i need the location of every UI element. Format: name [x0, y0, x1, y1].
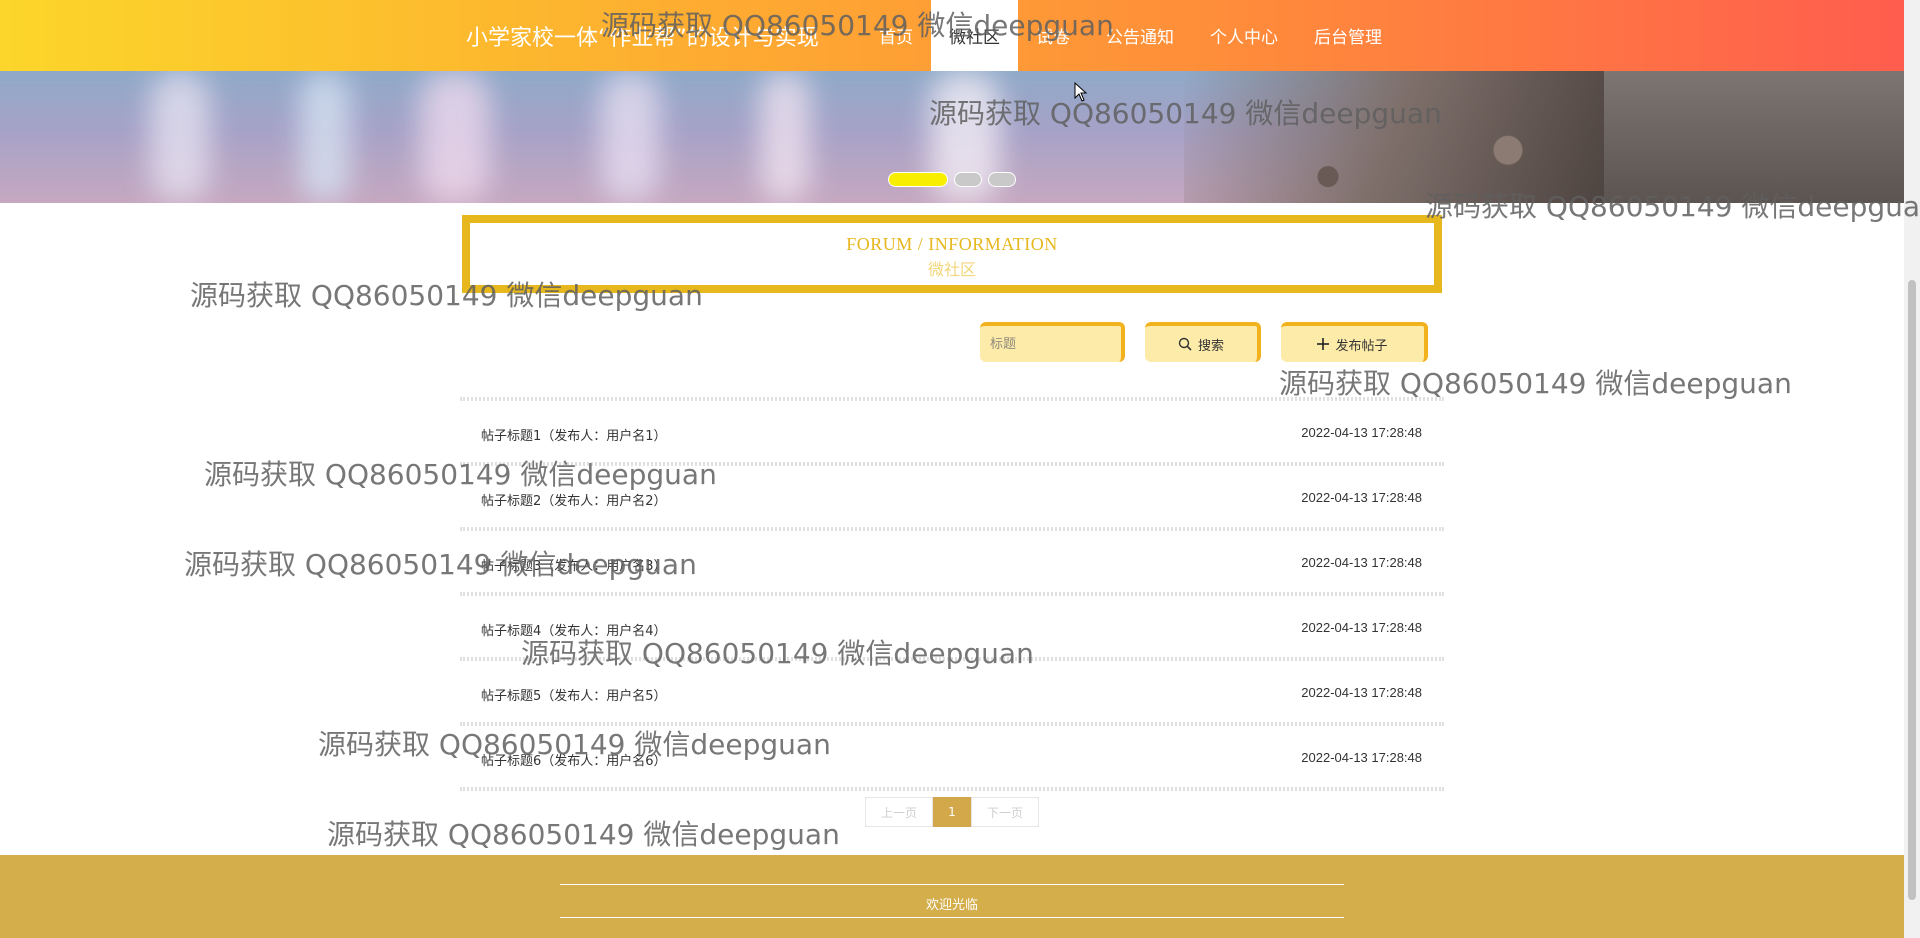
- footer-welcome: 欢迎光临: [925, 898, 978, 913]
- post-time: 2022-04-13 17:28:48: [1301, 750, 1422, 765]
- post-time: 2022-04-13 17:28:48: [1301, 685, 1422, 700]
- carousel-dot-3[interactable]: [988, 172, 1016, 187]
- post-title[interactable]: 帖子标题6（发布人：用户名6）: [481, 750, 667, 769]
- post-time: 2022-04-13 17:28:48: [1301, 555, 1422, 570]
- post-time: 2022-04-13 17:28:48: [1301, 620, 1422, 635]
- nav-item-home[interactable]: 首页: [861, 0, 931, 71]
- search-icon: [1178, 337, 1192, 351]
- title-search-input[interactable]: [980, 322, 1125, 362]
- nav-item-notice[interactable]: 公告通知: [1088, 0, 1192, 71]
- mouse-cursor-icon: [1074, 81, 1088, 107]
- page: 小学家校一体“作业帮”的设计与实现 首页 微社区 试卷 公告通知 个人中心 后台…: [0, 0, 1920, 938]
- search-button-label: 搜索: [1197, 338, 1224, 354]
- carousel-dot-1[interactable]: [888, 172, 948, 187]
- post-title[interactable]: 帖子标题2（发布人：用户名2）: [481, 490, 667, 509]
- nav-item-profile[interactable]: 个人中心: [1192, 0, 1296, 71]
- nav-item-forum[interactable]: 微社区: [931, 0, 1018, 71]
- post-title[interactable]: 帖子标题3（发布人：用户名3）: [481, 555, 667, 574]
- post-time: 2022-04-13 17:28:48: [1301, 425, 1422, 440]
- post-row[interactable]: 帖子标题3（发布人：用户名3） 2022-04-13 17:28:48: [460, 531, 1444, 592]
- watermark: 源码获取 QQ86050149 微信deepguan: [1279, 367, 1792, 400]
- top-navigation-bar: 小学家校一体“作业帮”的设计与实现 首页 微社区 试卷 公告通知 个人中心 后台…: [0, 0, 1904, 71]
- nav-item-exam[interactable]: 试卷: [1018, 0, 1088, 71]
- plus-icon: [1317, 338, 1330, 350]
- add-post-button-label: 发布帖子: [1335, 338, 1388, 354]
- section-title-box: FORUM / INFORMATION 微社区: [462, 215, 1442, 293]
- section-title-en: FORUM / INFORMATION: [846, 234, 1058, 254]
- search-button[interactable]: 搜索: [1145, 322, 1261, 362]
- footer-divider-top: [560, 884, 1344, 885]
- section-title-zh: 微社区: [927, 260, 976, 279]
- banner-carousel: [0, 71, 1904, 203]
- post-title[interactable]: 帖子标题1（发布人：用户名1）: [481, 425, 667, 444]
- post-time: 2022-04-13 17:28:48: [1301, 490, 1422, 505]
- site-title: 小学家校一体“作业帮”的设计与实现: [466, 26, 819, 51]
- page-scrollbar[interactable]: [1904, 0, 1920, 938]
- banner-wall: [1604, 71, 1904, 203]
- footer-divider-bottom: [560, 917, 1344, 918]
- prev-page-button[interactable]: 上一页: [865, 797, 933, 827]
- post-row[interactable]: 帖子标题5（发布人：用户名5） 2022-04-13 17:28:48: [460, 661, 1444, 722]
- carousel-dot-2[interactable]: [954, 172, 982, 187]
- banner-light: [420, 71, 490, 203]
- nav-item-admin[interactable]: 后台管理: [1296, 0, 1400, 71]
- post-row[interactable]: 帖子标题4（发布人：用户名4） 2022-04-13 17:28:48: [460, 596, 1444, 657]
- banner-light: [760, 71, 810, 203]
- current-page-button[interactable]: 1: [933, 797, 971, 827]
- post-list: 帖子标题1（发布人：用户名1） 2022-04-13 17:28:48 帖子标题…: [460, 397, 1444, 791]
- add-post-button[interactable]: 发布帖子: [1281, 322, 1428, 362]
- banner-light: [150, 71, 210, 203]
- carousel-dots: [888, 172, 1016, 187]
- pagination: 上一页 1 下一页: [865, 797, 1039, 827]
- main-nav: 首页 微社区 试卷 公告通知 个人中心 后台管理: [861, 0, 1400, 71]
- post-title[interactable]: 帖子标题5（发布人：用户名5）: [481, 685, 667, 704]
- banner-light: [600, 71, 660, 203]
- post-row[interactable]: 帖子标题1（发布人：用户名1） 2022-04-13 17:28:48: [460, 401, 1444, 462]
- footer: 欢迎光临: [0, 855, 1904, 938]
- banner-light: [300, 71, 350, 203]
- list-divider: [460, 787, 1444, 791]
- post-row[interactable]: 帖子标题2（发布人：用户名2） 2022-04-13 17:28:48: [460, 466, 1444, 527]
- watermark: 源码获取 QQ86050149 微信deepguan: [327, 818, 840, 851]
- post-row[interactable]: 帖子标题6（发布人：用户名6） 2022-04-13 17:28:48: [460, 726, 1444, 787]
- scrollbar-thumb[interactable]: [1908, 280, 1916, 900]
- next-page-button[interactable]: 下一页: [971, 797, 1039, 827]
- post-title[interactable]: 帖子标题4（发布人：用户名4）: [481, 620, 667, 639]
